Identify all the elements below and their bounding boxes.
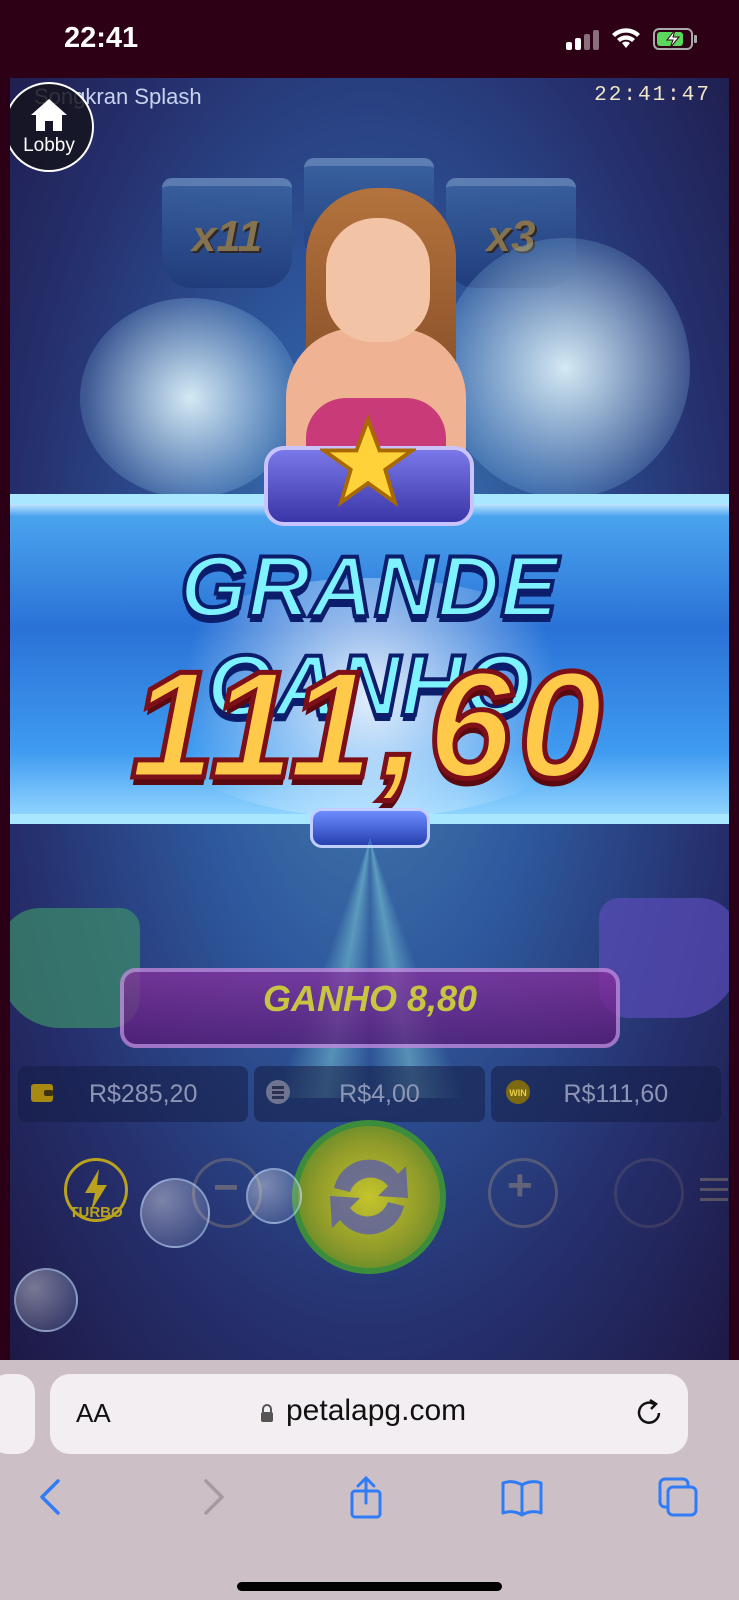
bubble [246, 1168, 302, 1224]
signal-icon [566, 28, 599, 50]
lock-icon [261, 1404, 273, 1422]
plus-icon: + [507, 1161, 533, 1210]
bookmarks-icon[interactable] [500, 1475, 544, 1519]
url-text[interactable]: petalapg.com [286, 1394, 466, 1428]
refresh-arrows-icon [330, 1159, 408, 1235]
status-bar: 22:41 [0, 0, 739, 78]
game-canvas[interactable]: x11 x10 x3 GRANDE GANHO 111,60 GANHO 8,8… [10, 78, 729, 1360]
menu-icon[interactable] [700, 1178, 728, 1201]
reader-options-button[interactable]: AA [76, 1398, 111, 1429]
win-icon: WIN [505, 1080, 530, 1104]
win-cell: WIN R$111,60 [490, 1066, 721, 1122]
coins-icon [266, 1080, 291, 1104]
star-icon [320, 414, 416, 508]
bet-cell[interactable]: R$4,00 [254, 1066, 485, 1122]
win-amount: 111,60 [128, 638, 609, 813]
bubble [140, 1178, 210, 1248]
address-bar[interactable]: AA petalapg.com [50, 1374, 688, 1454]
back-icon[interactable] [30, 1475, 74, 1519]
autoplay-button[interactable] [614, 1158, 684, 1228]
info-row: R$285,20 R$4,00 WIN R$111,60 [18, 1066, 721, 1122]
spin-button[interactable] [292, 1120, 446, 1274]
share-icon[interactable] [344, 1475, 388, 1519]
home-indicator [237, 1582, 502, 1591]
win-icon-label: WIN [509, 1088, 527, 1098]
minus-icon: − [213, 1163, 239, 1212]
tabs-icon[interactable] [656, 1475, 700, 1519]
status-time: 22:41 [64, 22, 139, 54]
balance-cell[interactable]: R$285,20 [18, 1066, 249, 1122]
wifi-icon [612, 28, 640, 48]
reload-icon[interactable] [632, 1396, 666, 1430]
bubble [14, 1268, 78, 1332]
previous-tab-preview[interactable] [0, 1374, 35, 1454]
wallet-icon [31, 1084, 53, 1102]
status-icons [566, 27, 699, 51]
home-icon [31, 99, 67, 131]
turbo-label: TURBO [69, 1204, 123, 1221]
battery-charging-icon [653, 28, 697, 50]
forward-icon[interactable] [190, 1475, 234, 1519]
character-face [326, 218, 430, 342]
browser-chrome: AA petalapg.com [0, 1360, 739, 1600]
ganho-text: GANHO 8,80 [262, 978, 478, 1019]
game-clock: 22:41:47 [594, 84, 711, 107]
lobby-label: Lobby [23, 135, 75, 156]
water-splash [440, 238, 690, 498]
